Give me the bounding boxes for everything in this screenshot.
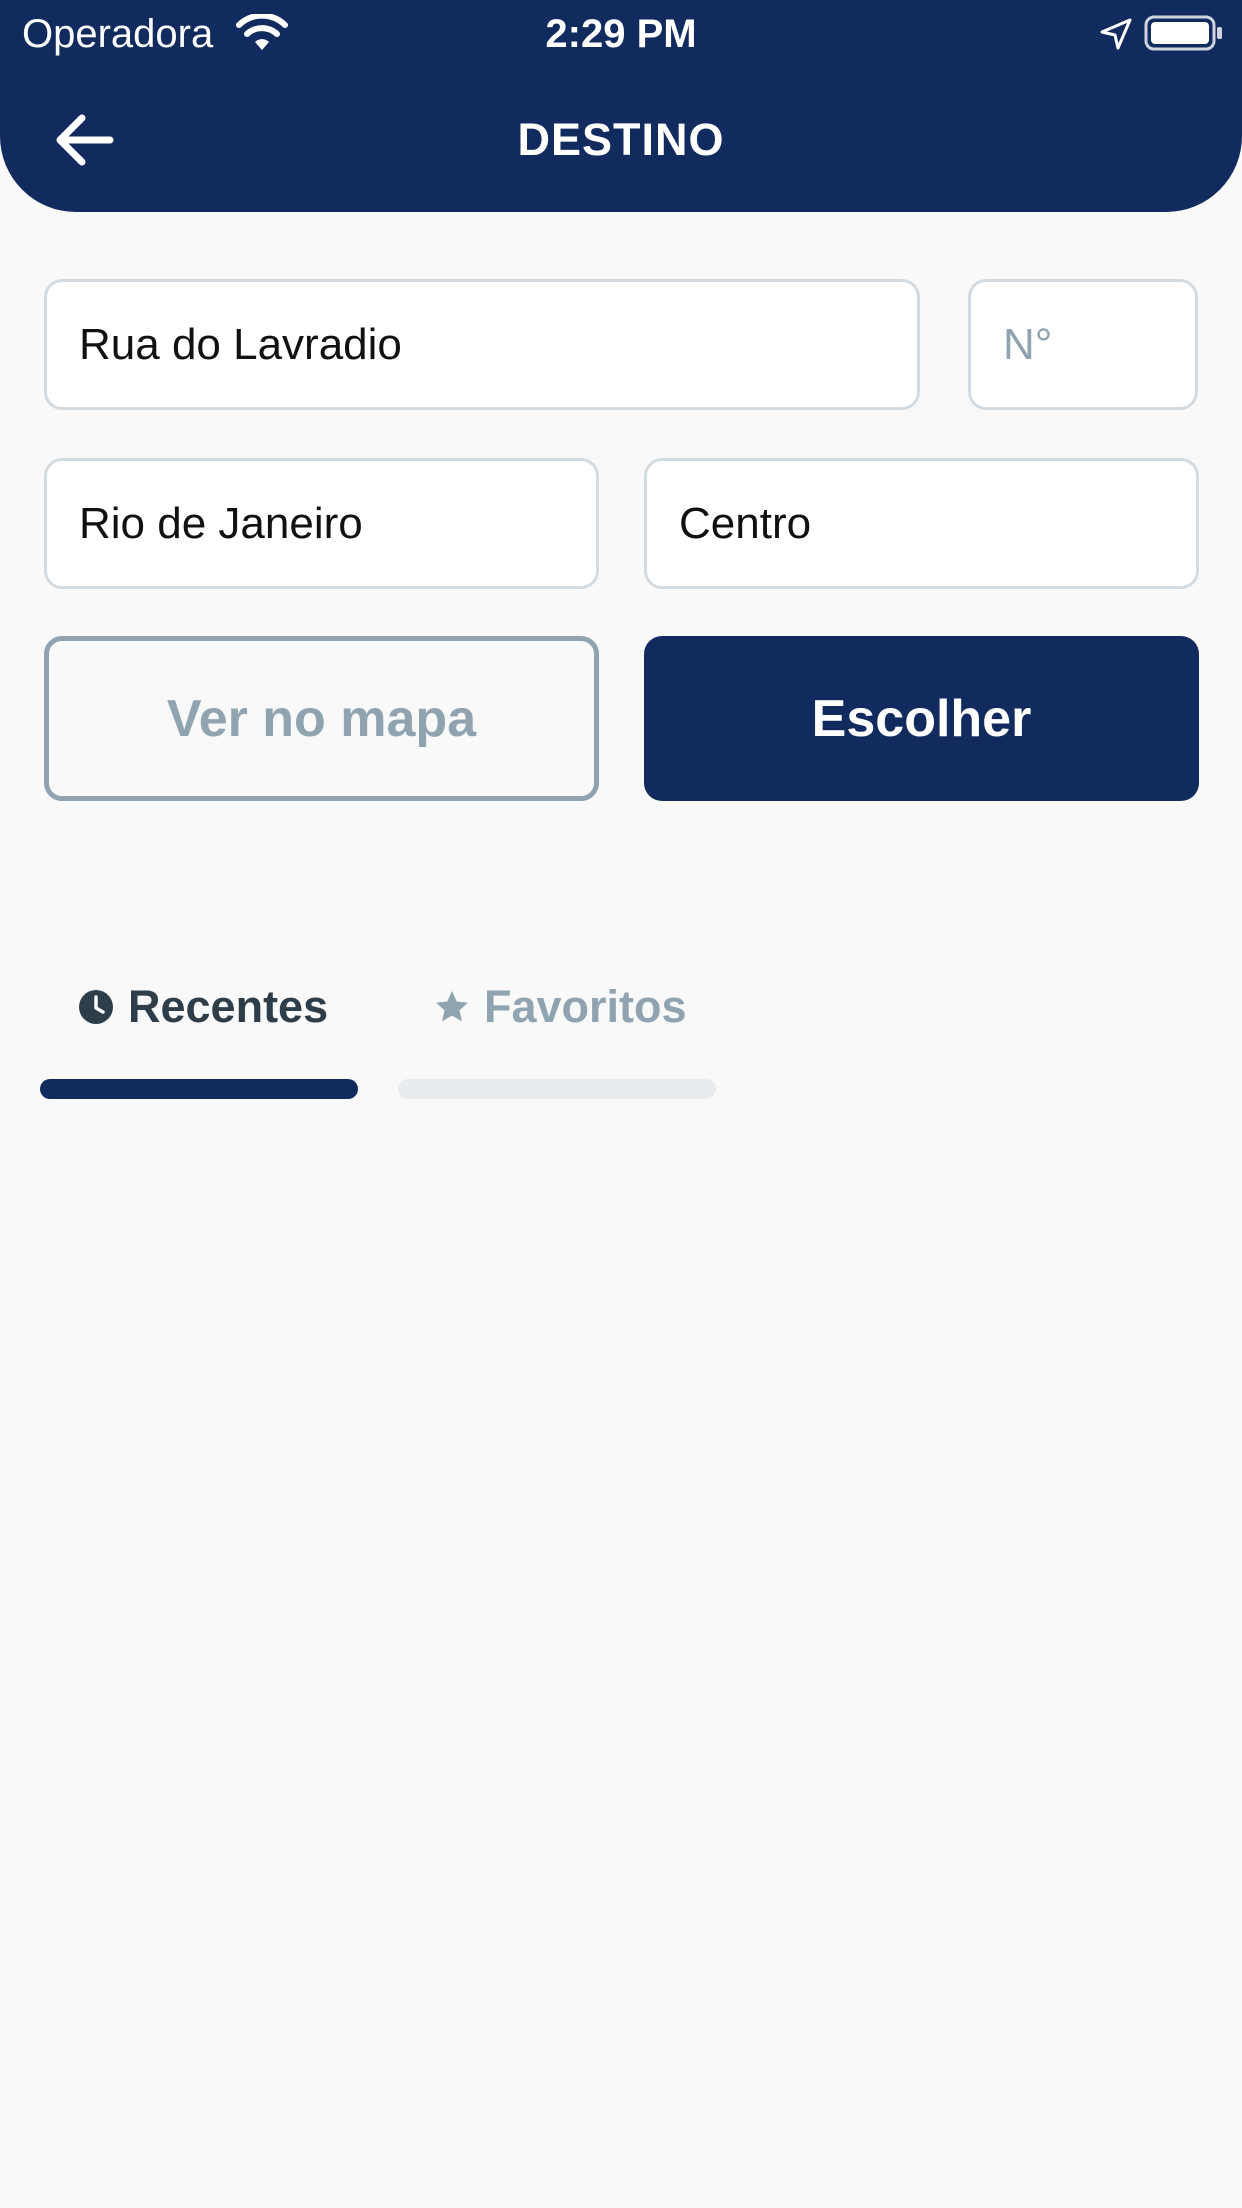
city-input[interactable]: Rio de Janeiro <box>44 458 599 589</box>
tab-recentes-indicator <box>40 1079 358 1099</box>
view-map-button-label: Ver no mapa <box>166 689 477 748</box>
status-bar: Operadora 2:29 PM <box>0 0 1242 68</box>
number-input[interactable]: N° <box>968 279 1198 410</box>
neighborhood-input[interactable]: Centro <box>644 458 1199 589</box>
choose-button-label: Escolher <box>811 689 1032 748</box>
status-time: 2:29 PM <box>545 12 697 56</box>
app-header: Operadora 2:29 PM DESTINO <box>0 0 1242 212</box>
tab-favoritos-indicator <box>398 1079 716 1099</box>
battery-icon <box>1144 15 1222 51</box>
view-map-button[interactable]: Ver no mapa <box>44 636 599 801</box>
page-title: DESTINO <box>517 114 725 165</box>
clock-icon <box>79 990 113 1024</box>
tab-recentes-label: Recentes <box>128 981 329 1032</box>
tab-favoritos[interactable]: Favoritos <box>434 972 687 1042</box>
number-input-placeholder: N° <box>1003 319 1053 369</box>
street-input[interactable]: Rua do Lavradio <box>44 279 920 410</box>
tab-recentes[interactable]: Recentes <box>78 972 328 1042</box>
street-input-value: Rua do Lavradio <box>79 319 402 369</box>
star-icon <box>436 991 468 1022</box>
neighborhood-input-value: Centro <box>679 498 812 548</box>
location-icon <box>1100 18 1132 50</box>
tab-favoritos-label: Favoritos <box>484 981 687 1032</box>
city-input-value: Rio de Janeiro <box>79 498 363 548</box>
choose-button[interactable]: Escolher <box>644 636 1199 801</box>
